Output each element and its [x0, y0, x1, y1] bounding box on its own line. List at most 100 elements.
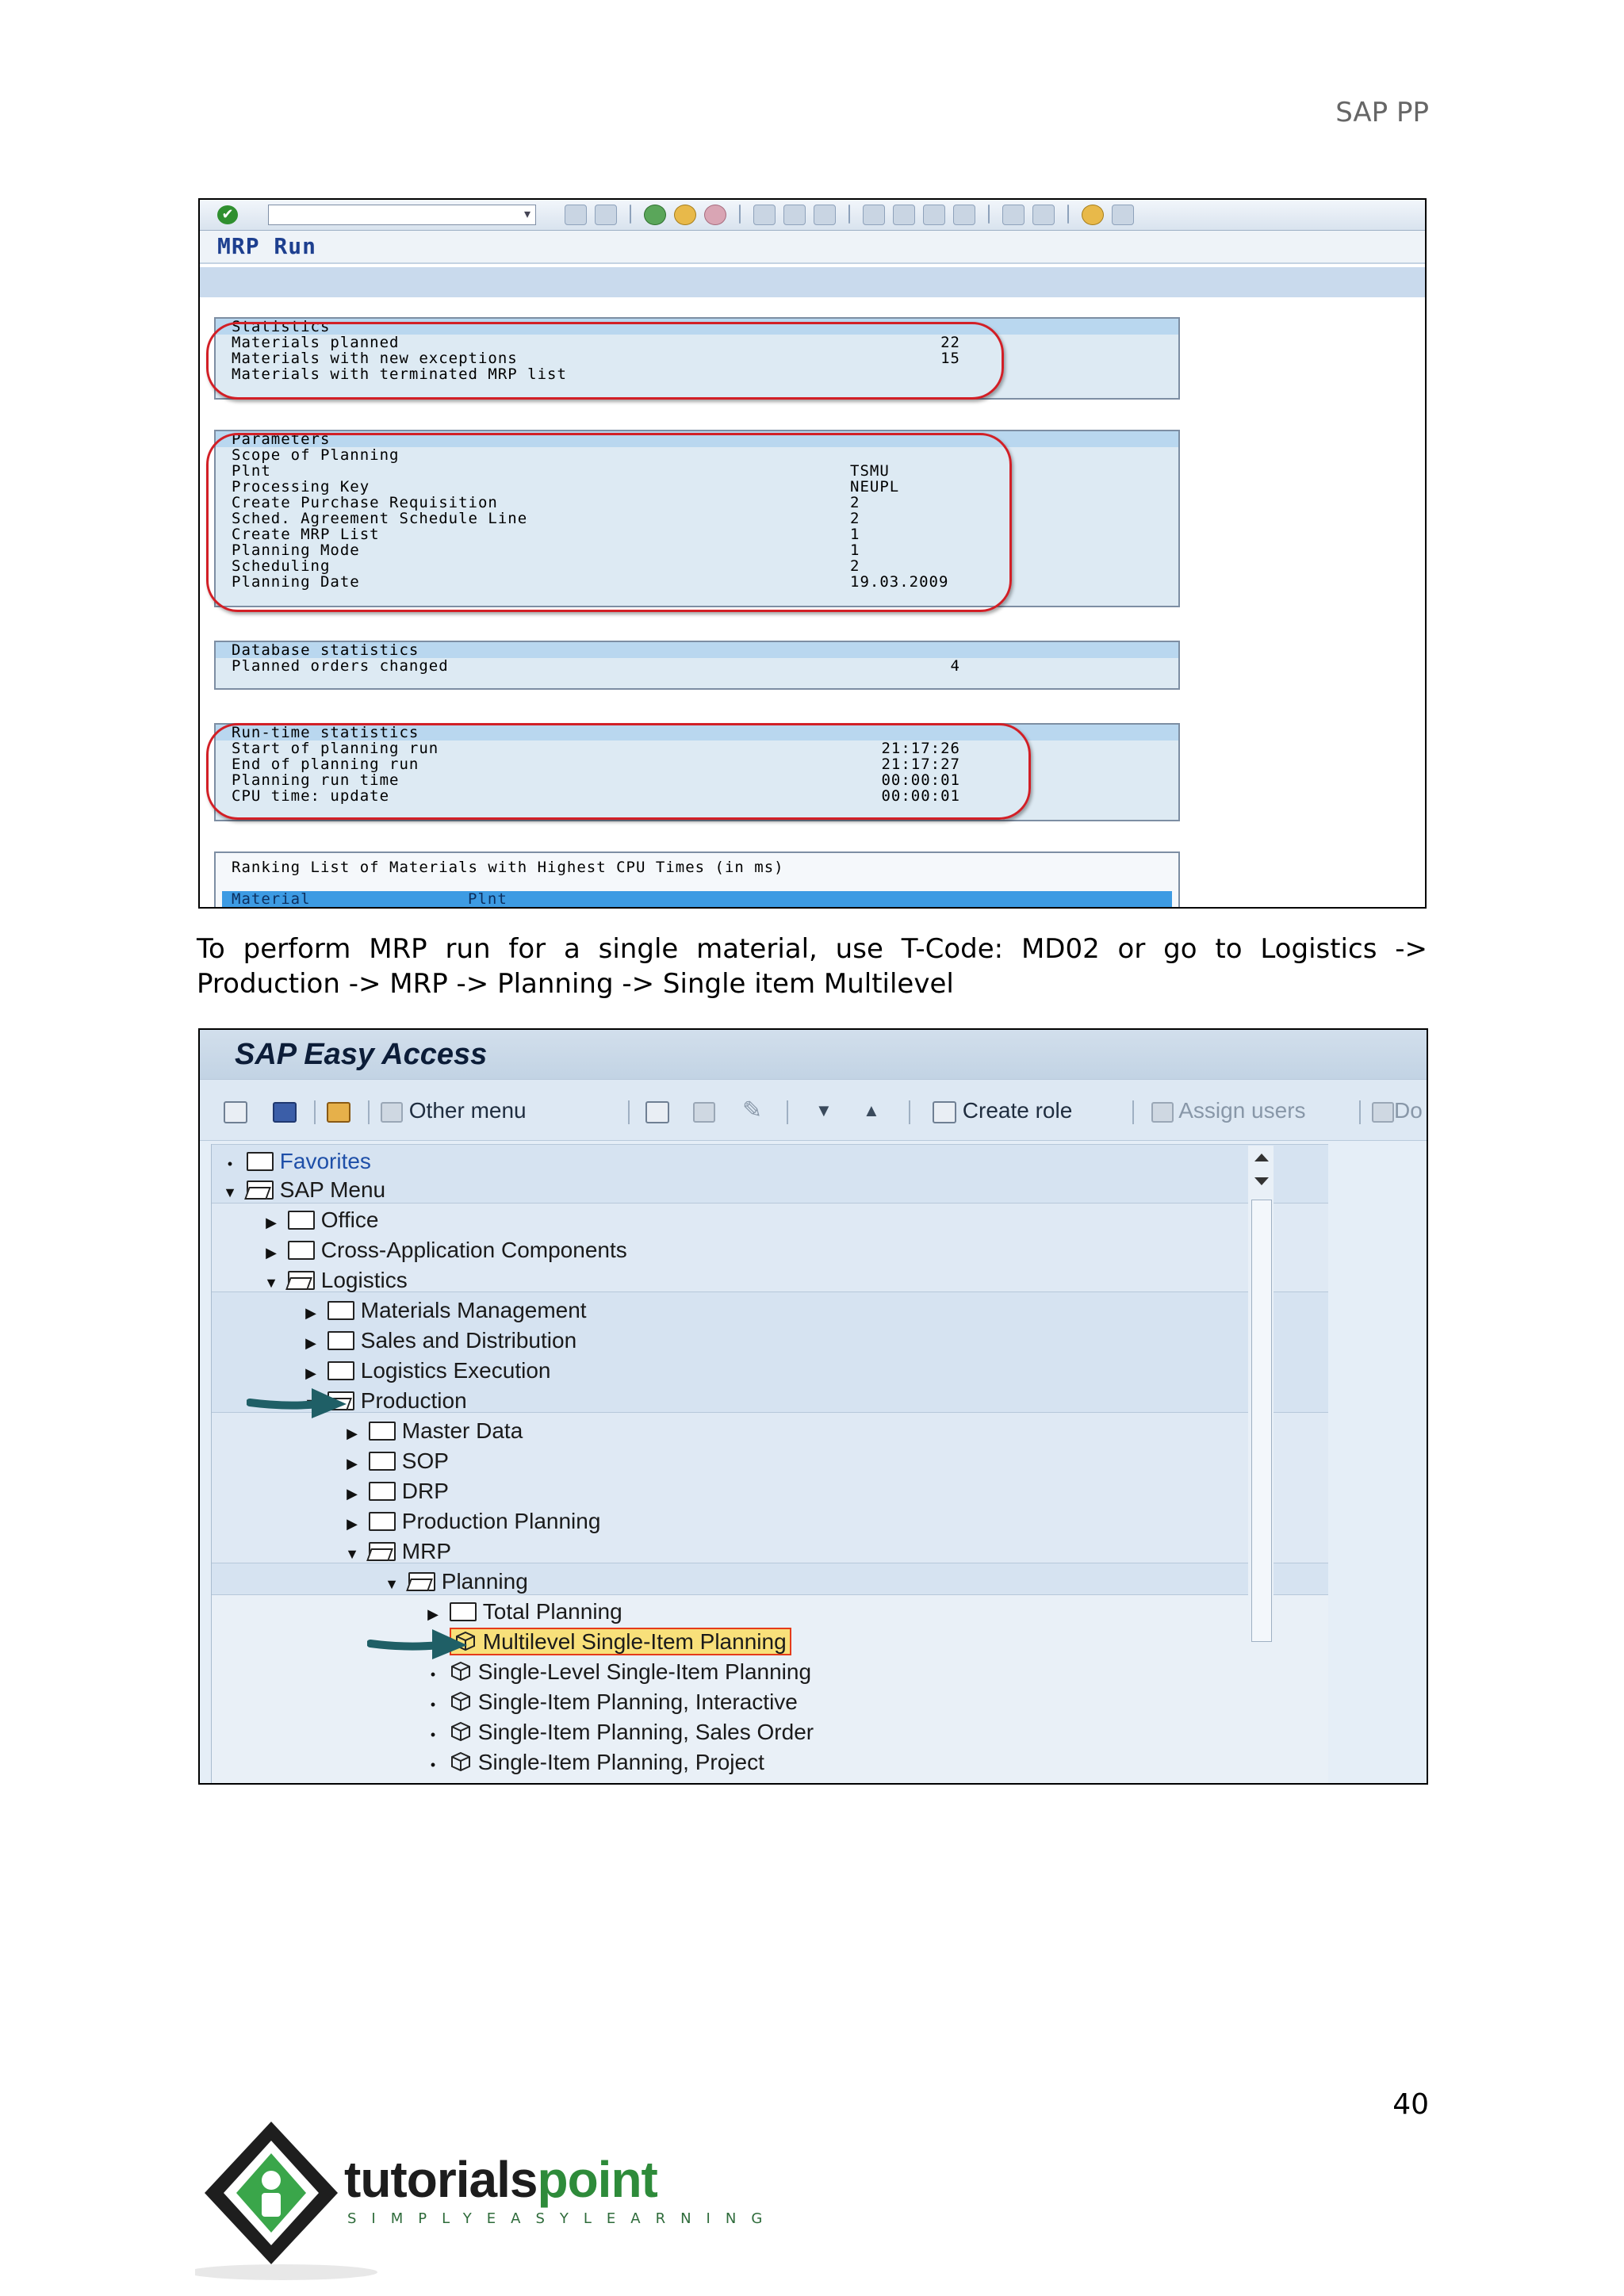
- tree-node-single-item-project[interactable]: • Single-Item Planning, Project: [423, 1748, 764, 1777]
- scrollbar-thumb[interactable]: [1251, 1200, 1272, 1642]
- folder-icon: [287, 1241, 315, 1260]
- transaction-cube-icon: [450, 1691, 470, 1712]
- toolbar-separator: [848, 205, 850, 224]
- scroll-up-icon[interactable]: [1254, 1154, 1269, 1161]
- previous-page-icon[interactable]: [893, 205, 915, 225]
- tree-node-materials-management[interactable]: ▶ Materials Management: [301, 1296, 587, 1325]
- add-to-favorites-icon[interactable]: [645, 1097, 669, 1124]
- tree-node-master-data[interactable]: ▶ Master Data: [342, 1417, 523, 1445]
- tree-node-multilevel-single-item-planning[interactable]: Multilevel Single-Item Planning: [423, 1628, 791, 1656]
- tree-node-planning[interactable]: ▼ Planning: [381, 1567, 528, 1596]
- first-page-icon[interactable]: [863, 205, 885, 225]
- column-header-material[interactable]: Material: [232, 890, 311, 907]
- command-field[interactable]: [268, 205, 536, 225]
- create-role-label: Create role: [962, 1098, 1073, 1123]
- move-down-icon[interactable]: ▼: [815, 1097, 833, 1124]
- shortcut-icon[interactable]: [1032, 205, 1055, 225]
- create-session-icon[interactable]: [1002, 205, 1025, 225]
- assign-users-label: Assign users: [1178, 1098, 1306, 1123]
- screen-title: MRP Run: [200, 231, 1425, 264]
- expanded-arrow-icon: ▼: [345, 1546, 359, 1562]
- toolbar-separator: [1132, 1100, 1134, 1124]
- tree-node-mrp[interactable]: ▼ MRP: [342, 1537, 451, 1566]
- column-header-plant[interactable]: Plnt: [468, 891, 508, 907]
- tree-node-favorites[interactable]: • Favorites: [220, 1147, 371, 1176]
- back-icon[interactable]: [644, 205, 666, 225]
- ranking-column-headers: Material Plnt: [222, 890, 1172, 907]
- change-favorites-icon[interactable]: ✎: [742, 1097, 762, 1124]
- highlight-ring: [206, 723, 1031, 820]
- exit-icon[interactable]: [674, 205, 696, 225]
- pointer-arrow-icon: [247, 1388, 347, 1418]
- tree-node-logistics-execution[interactable]: ▶ Logistics Execution: [301, 1357, 550, 1385]
- toolbar-separator: [787, 1100, 788, 1124]
- bullet-icon: •: [430, 1727, 436, 1743]
- business-workplace-icon[interactable]: [327, 1097, 350, 1124]
- db-row: Planned orders changed 4: [216, 658, 1178, 674]
- sap-menu-icon[interactable]: [273, 1097, 297, 1124]
- tree-node-sap-menu[interactable]: ▼ SAP Menu: [220, 1176, 385, 1204]
- db-label: Planned orders changed: [232, 657, 449, 675]
- folder-open-icon: [408, 1572, 435, 1591]
- tree-node-label: Production: [360, 1388, 467, 1413]
- cancel-icon[interactable]: [704, 205, 726, 225]
- move-up-icon[interactable]: ▲: [863, 1097, 880, 1124]
- highlight-ring: [206, 322, 1004, 400]
- tree-node-label: Single-Item Planning, Sales Order: [477, 1720, 814, 1744]
- tree-node-label: Single-Item Planning, Project: [477, 1750, 764, 1774]
- tree-node-office[interactable]: ▶ Office: [261, 1206, 378, 1234]
- tree-node-cross-application[interactable]: ▶ Cross-Application Components: [261, 1236, 627, 1265]
- ranking-list-box: Ranking List of Materials with Highest C…: [214, 851, 1180, 907]
- bullet-icon: •: [430, 1757, 436, 1773]
- tree-node-label: Logistics: [320, 1268, 408, 1292]
- vertical-scrollbar[interactable]: [1248, 1146, 1274, 1783]
- folder-icon: [368, 1512, 396, 1531]
- tree-node-label: Single-Item Planning, Interactive: [477, 1689, 798, 1714]
- print-icon[interactable]: [753, 205, 776, 225]
- tree-node-production-planning[interactable]: ▶ Production Planning: [342, 1507, 600, 1536]
- tree-node-sop[interactable]: ▶ SOP: [342, 1447, 449, 1475]
- page-number: 40: [1392, 2088, 1429, 2121]
- tree-node-logistics[interactable]: ▼ Logistics: [261, 1266, 408, 1295]
- toolbar-separator: [314, 1100, 316, 1124]
- bullet-icon: •: [430, 1697, 436, 1712]
- tree-node-single-item-sales-order[interactable]: • Single-Item Planning, Sales Order: [423, 1718, 814, 1747]
- folder-icon: [368, 1452, 396, 1471]
- tree-node-single-item-interactive[interactable]: • Single-Item Planning, Interactive: [423, 1688, 798, 1716]
- create-role-button[interactable]: Create role: [933, 1097, 1072, 1124]
- collapsed-arrow-icon: ▶: [266, 1215, 277, 1230]
- collapsed-arrow-icon: ▶: [266, 1245, 277, 1261]
- user-menu-icon[interactable]: [224, 1097, 247, 1124]
- documentation-button[interactable]: Do: [1372, 1097, 1423, 1124]
- collapsed-arrow-icon: ▶: [347, 1425, 358, 1441]
- other-menu-button[interactable]: Other menu: [381, 1097, 527, 1124]
- save-icon[interactable]: [595, 205, 617, 225]
- standard-toolbar: ✔: [200, 200, 1425, 231]
- tree-node-label: Single-Level Single-Item Planning: [477, 1659, 812, 1684]
- find-icon[interactable]: [783, 205, 806, 225]
- application-toolbar: [200, 267, 1425, 297]
- logo-tagline: SIMPLYEASYLEARNING: [347, 2210, 778, 2227]
- next-page-icon[interactable]: [923, 205, 945, 225]
- expanded-arrow-icon: ▼: [223, 1184, 237, 1200]
- assign-users-button[interactable]: Assign users: [1151, 1097, 1306, 1124]
- documentation-icon: [1372, 1101, 1394, 1123]
- tree-node-label: Sales and Distribution: [360, 1328, 577, 1353]
- enter-check-icon[interactable]: ✔: [217, 205, 238, 224]
- find-next-icon[interactable]: [814, 205, 836, 225]
- toolbar-separator: [368, 1100, 370, 1124]
- folder-icon: [368, 1422, 396, 1441]
- folder-open-icon: [287, 1271, 315, 1290]
- tree-node-total-planning[interactable]: ▶ Total Planning: [423, 1598, 622, 1626]
- tree-node-drp[interactable]: ▶ DRP: [342, 1477, 449, 1506]
- help-icon[interactable]: [1082, 205, 1104, 225]
- scroll-down-icon[interactable]: [1254, 1177, 1269, 1185]
- tree-node-single-level-single-item[interactable]: • Single-Level Single-Item Planning: [423, 1658, 811, 1686]
- tree-node-sales-distribution[interactable]: ▶ Sales and Distribution: [301, 1326, 576, 1355]
- tree-node-label: Multilevel Single-Item Planning: [482, 1629, 787, 1654]
- layout-menu-icon[interactable]: [1112, 205, 1134, 225]
- last-page-icon[interactable]: [953, 205, 975, 225]
- delete-favorites-icon[interactable]: [693, 1097, 715, 1124]
- back-arrow-icon[interactable]: [565, 205, 587, 225]
- tree-node-label: Office: [320, 1207, 379, 1232]
